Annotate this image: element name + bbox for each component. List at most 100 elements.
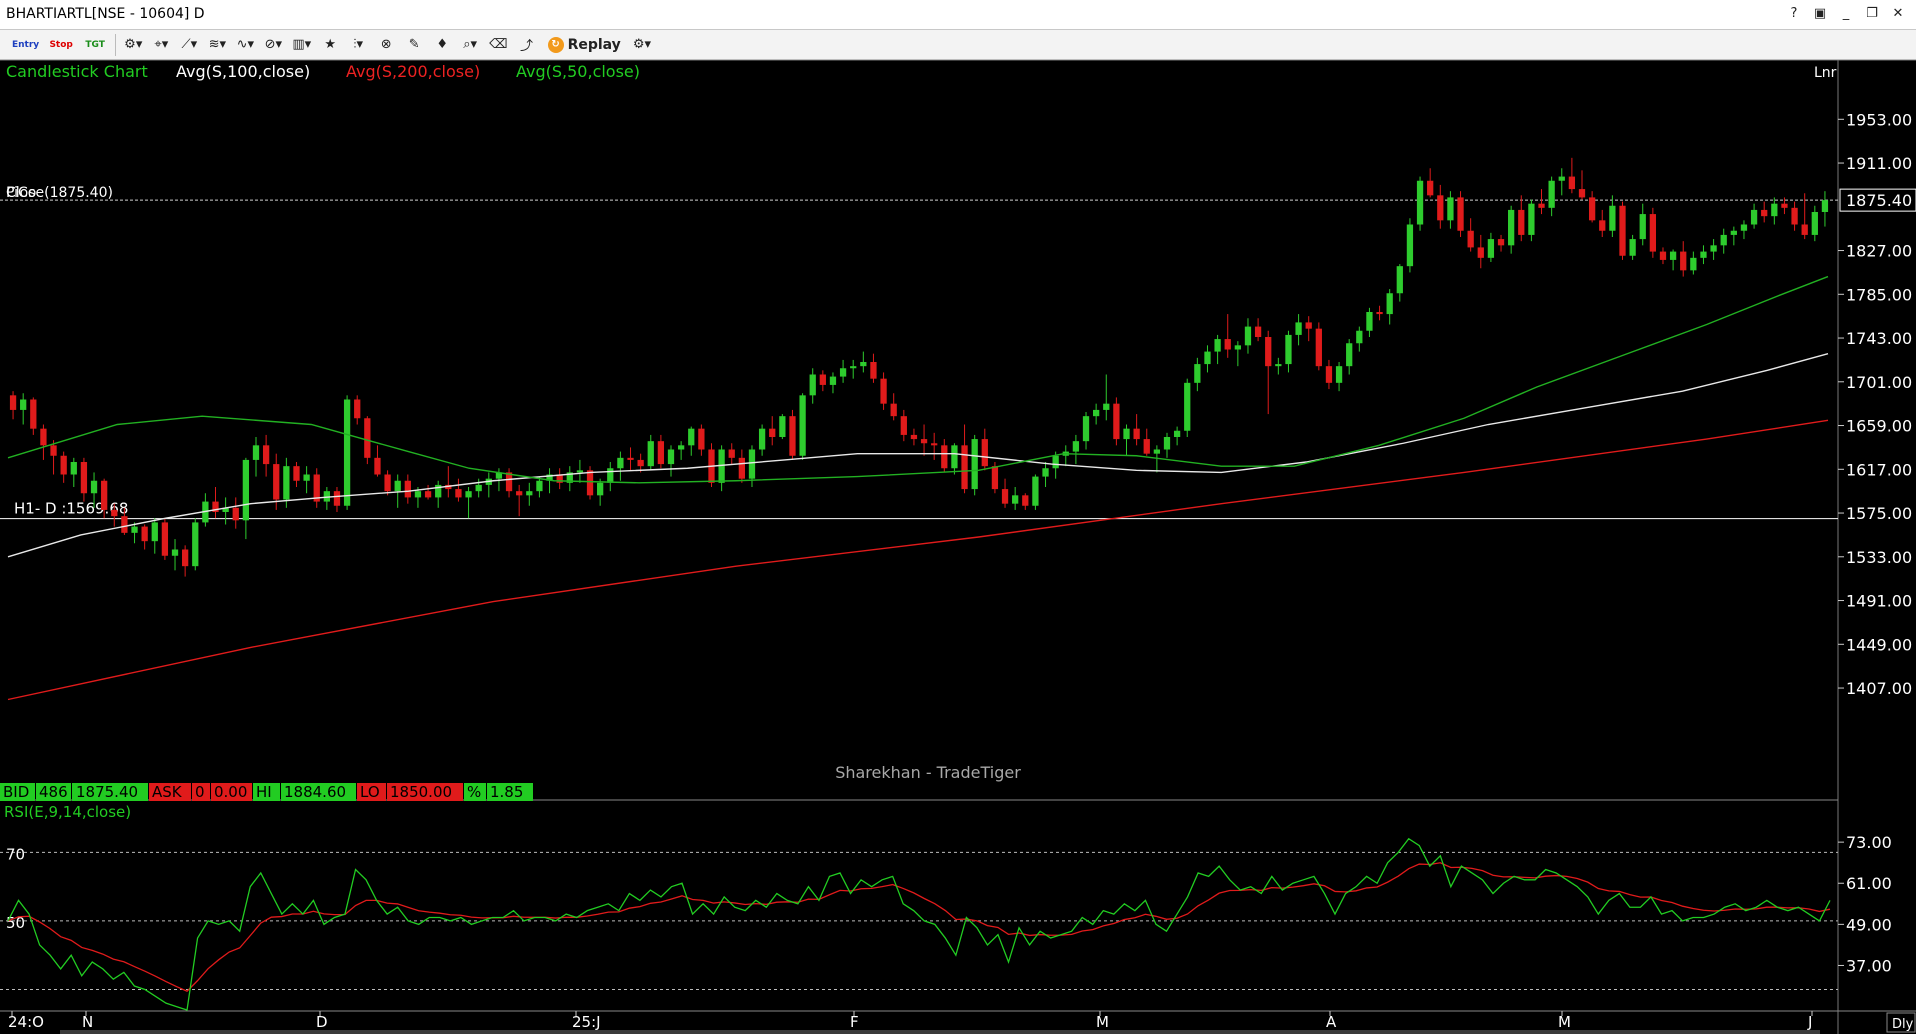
stop-button[interactable]: Stop — [47, 34, 75, 56]
candle-body — [1508, 209, 1515, 246]
channel-icon[interactable]: ⊘▾ — [262, 34, 284, 56]
close-icon[interactable]: ✕ — [1888, 4, 1908, 24]
candle-body — [1376, 312, 1383, 315]
rsi-level-70-label: 70 — [6, 845, 25, 863]
candle-body — [1477, 247, 1484, 258]
pattern-icon[interactable]: ⊗ — [375, 34, 397, 56]
candle-body — [637, 459, 644, 467]
sma200-line — [7, 419, 1829, 701]
candle-body — [1194, 364, 1201, 383]
zoom-icon[interactable]: ⌕▾ — [459, 34, 481, 56]
candle-body — [688, 428, 695, 446]
candle-body — [465, 491, 472, 498]
rsi-label[interactable]: RSI(E,9,14,close) — [4, 803, 131, 821]
price-tick-label: 1575.00 — [1846, 504, 1912, 523]
monitor-icon[interactable]: ▣ — [1810, 4, 1830, 24]
candle-body — [40, 428, 47, 446]
candle-body — [1538, 203, 1545, 208]
window-title: BHARTIARTL[NSE - 10604] D — [6, 6, 205, 22]
minimize-icon[interactable]: _ — [1836, 4, 1856, 24]
candle-body — [1720, 234, 1727, 246]
legend-sma50[interactable]: Avg(S,50,close) — [516, 62, 640, 81]
candle-body — [1669, 251, 1677, 260]
pointer-icon[interactable]: ⌖▾ — [150, 34, 172, 56]
candle-body — [1528, 203, 1535, 235]
candle-body — [1143, 439, 1150, 454]
cursor-icon[interactable]: ✎ — [403, 34, 425, 56]
replay-button[interactable]: ↻ Replay — [544, 34, 625, 56]
wave-icon[interactable]: ∿▾ — [234, 34, 256, 56]
candle-body — [910, 434, 918, 440]
candle-body — [931, 443, 938, 446]
price-tick-label: 1701.00 — [1846, 373, 1912, 392]
candle-body — [1224, 339, 1231, 350]
bar-style-icon[interactable]: ▥▾ — [290, 34, 313, 56]
candle-body — [1285, 334, 1292, 365]
candle-body — [414, 491, 422, 498]
legend-scale-mode[interactable]: Lnr — [1814, 65, 1837, 81]
gear-icon[interactable]: ⚙▾ — [631, 34, 653, 56]
candle-body — [1629, 239, 1636, 256]
candle-body — [50, 445, 57, 456]
candle-body — [941, 445, 948, 469]
quote-bar: BID 486 1875.40 ASK 0 0.00 HI 1884.60 LO… — [0, 783, 533, 801]
candles — [9, 157, 1829, 577]
restore-icon[interactable]: ❐ — [1862, 4, 1882, 24]
candle-body — [657, 441, 665, 465]
star-icon[interactable]: ★ — [319, 34, 341, 56]
candle-body — [364, 418, 371, 458]
candle-body — [586, 470, 594, 496]
time-tick-label: M — [1558, 1013, 1571, 1031]
horizontal-scrollbar[interactable] — [60, 1030, 1820, 1034]
candle-body — [1163, 437, 1171, 450]
candle-body — [1325, 366, 1333, 383]
replay-label: Replay — [567, 36, 621, 53]
price-tick-label: 1449.00 — [1846, 635, 1912, 654]
help-icon[interactable]: ? — [1784, 4, 1804, 24]
ask-price: 0.00 — [214, 783, 247, 801]
pct-value: 1.85 — [490, 783, 523, 801]
candle-body — [991, 466, 999, 490]
entry-button[interactable]: Entry — [10, 34, 41, 56]
replay-icon: ↻ — [547, 36, 564, 53]
candle-body — [1315, 328, 1322, 367]
candle-body — [1578, 189, 1586, 198]
candle-body — [232, 507, 239, 521]
candle-body — [698, 428, 705, 450]
candle-body — [1548, 180, 1555, 208]
price-tick-label: 1911.00 — [1846, 154, 1912, 173]
delete-icon[interactable]: ⌫ — [487, 34, 509, 56]
rsi-tick-label: 37.00 — [1846, 956, 1892, 975]
price-tick-label: 1491.00 — [1846, 592, 1912, 611]
target-button[interactable]: TGT — [81, 34, 109, 56]
line-tools-icon[interactable]: ⟋▾ — [178, 34, 200, 56]
candle-body — [192, 522, 199, 567]
fib-icon[interactable]: ≋▾ — [206, 34, 228, 56]
candle-body — [738, 457, 745, 479]
candle-body — [1467, 230, 1474, 248]
indicator-icon[interactable]: ⫶▾ — [347, 34, 369, 56]
candle-body — [1791, 207, 1798, 225]
chart-area[interactable]: Sharekhan - TradeTiger Candlestick Chart… — [0, 60, 1916, 1034]
candle-body — [1639, 214, 1646, 240]
settings-wheel-icon[interactable]: ⚙▾ — [122, 34, 144, 56]
candle-body — [647, 441, 654, 467]
candle-body — [1588, 197, 1596, 221]
candle-body — [1740, 224, 1748, 231]
candle-body — [455, 489, 462, 498]
candle-body — [880, 378, 887, 404]
candle-body — [951, 445, 958, 469]
pct-label: % — [467, 783, 481, 801]
candle-body — [30, 399, 37, 429]
candle-body — [1052, 455, 1059, 469]
legend-sma200[interactable]: Avg(S,200,close) — [346, 62, 480, 81]
candle-body — [1497, 239, 1505, 246]
time-tick-label: A — [1326, 1013, 1337, 1031]
candle-body — [1396, 266, 1403, 294]
alert-icon[interactable]: ♦ — [431, 34, 453, 56]
current-price-label: 1875.40 — [1846, 191, 1912, 210]
price-tick-label: 1617.00 — [1846, 460, 1912, 479]
candle-body — [1437, 195, 1444, 221]
study-icon[interactable]: ⤴ — [516, 34, 538, 56]
legend-sma100[interactable]: Avg(S,100,close) — [176, 62, 310, 81]
